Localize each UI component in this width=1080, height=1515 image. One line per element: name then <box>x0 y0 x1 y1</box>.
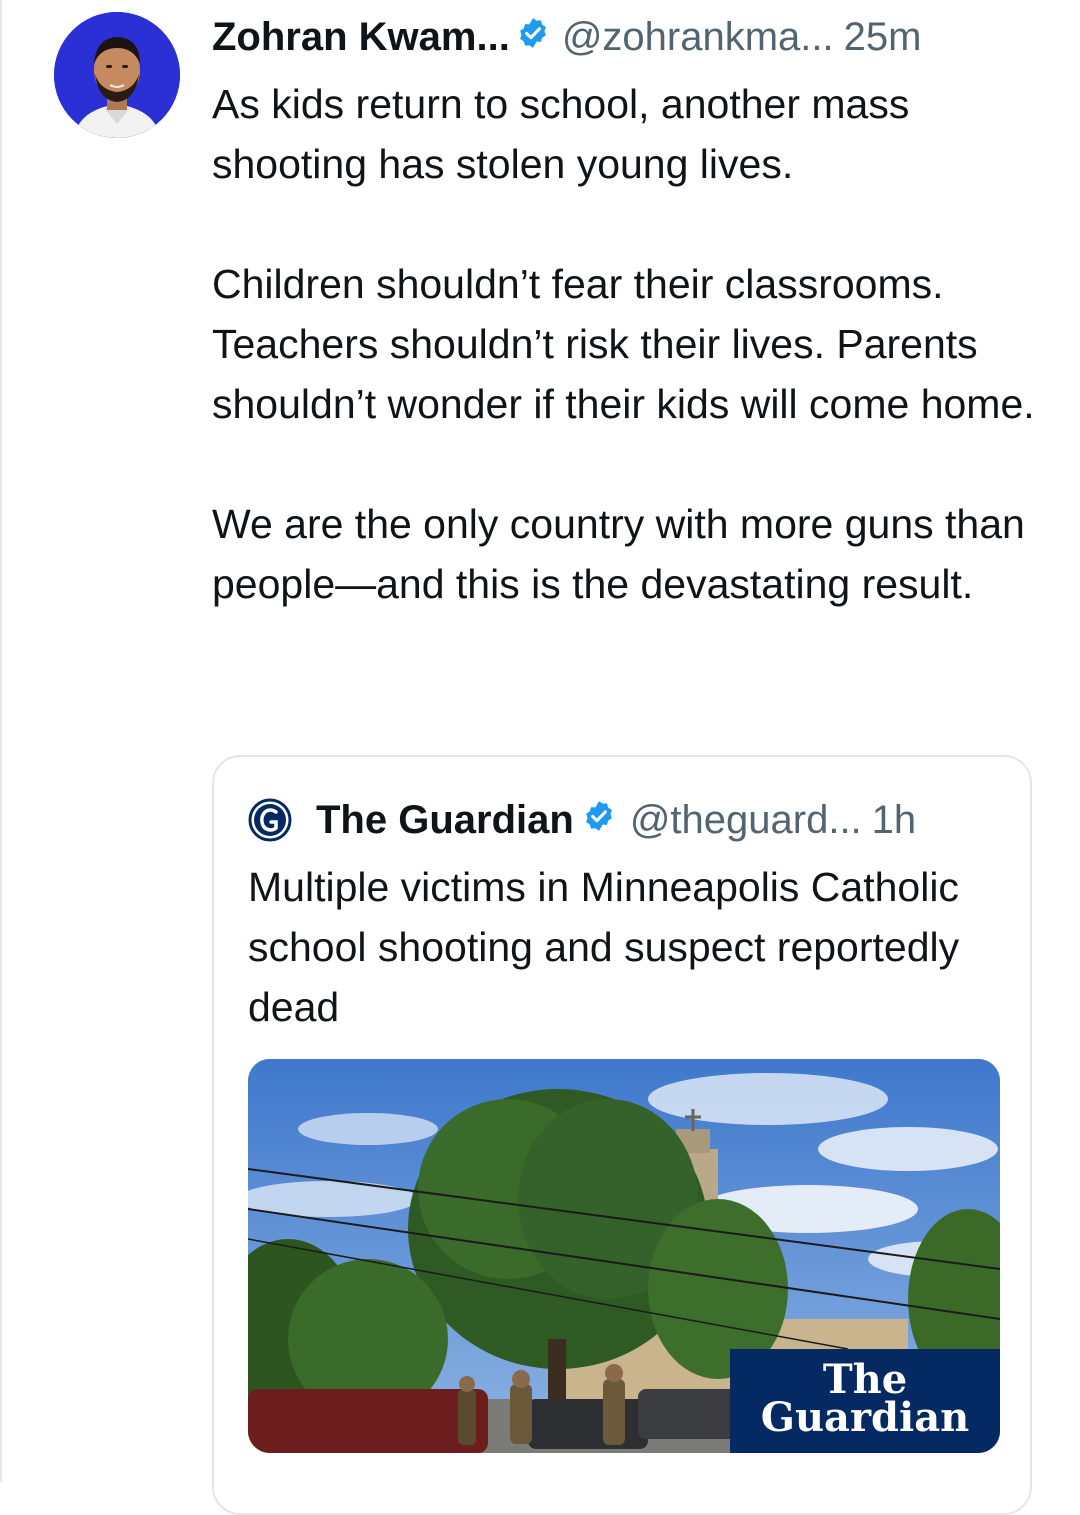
quoted-tweet-card[interactable]: The Guardian @theguard... 1h Multiple vi… <box>212 755 1032 1515</box>
quoted-tweet-image[interactable]: The Guardian <box>248 1059 1000 1453</box>
watermark-line-2: Guardian <box>760 1394 970 1441</box>
author-name[interactable]: Zohran Kwam... <box>212 15 510 60</box>
quoted-timestamp[interactable]: 1h <box>872 798 917 843</box>
quoted-author-name[interactable]: The Guardian <box>316 798 574 843</box>
guardian-watermark: The Guardian <box>730 1349 1000 1453</box>
author-avatar[interactable] <box>54 12 180 138</box>
tweet-paragraph: As kids return to school, another mass s… <box>212 81 910 187</box>
verified-badge-icon <box>516 15 550 60</box>
tweet-header: Zohran Kwam... @zohrankma... 25m <box>212 12 1042 62</box>
thread-divider <box>0 0 2 1482</box>
avatar-image <box>54 12 180 138</box>
tweet-paragraph: Children shouldn’t fear their classrooms… <box>212 261 1035 427</box>
author-handle[interactable]: @zohrankma... <box>562 15 834 60</box>
quoted-tweet-text: Multiple victims in Minneapolis Catholic… <box>248 864 960 1030</box>
quoted-author-handle[interactable]: @theguard... <box>630 798 862 843</box>
tweet-container: Zohran Kwam... @zohrankma... 25m As kids… <box>0 0 1080 1515</box>
guardian-logo-icon <box>248 798 292 842</box>
verified-badge-icon <box>582 798 616 843</box>
tweet-paragraph: We are the only country with more guns t… <box>212 501 1025 607</box>
tweet-body: As kids return to school, another mass s… <box>212 74 1052 614</box>
post-timestamp[interactable]: 25m <box>844 15 922 60</box>
quoted-tweet-header: The Guardian @theguard... 1h <box>248 795 1018 845</box>
